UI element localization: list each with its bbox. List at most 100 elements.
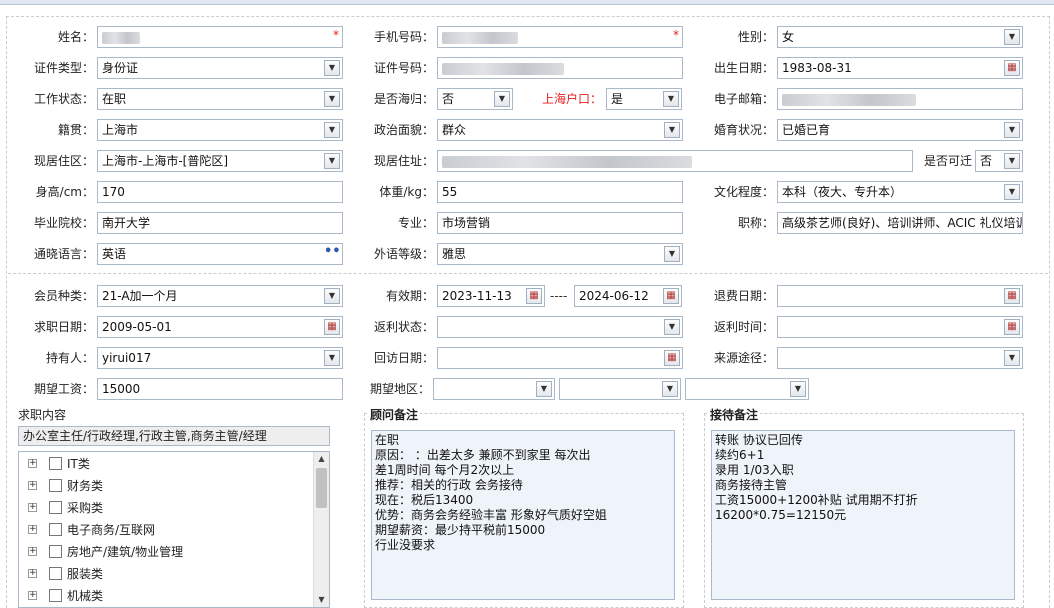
chevron-down-icon[interactable]: ▼: [324, 153, 340, 169]
section-divider: [8, 273, 1048, 274]
political-select[interactable]: 群众 ▼: [437, 119, 683, 141]
chevron-down-icon[interactable]: ▼: [1004, 184, 1020, 200]
calendar-icon[interactable]: ▦: [663, 288, 679, 304]
education-select[interactable]: 本科（夜大、专升本） ▼: [777, 181, 1023, 203]
chevron-down-icon[interactable]: ▼: [494, 91, 510, 107]
visit-date-label: 回访日期：: [373, 351, 434, 365]
chevron-down-icon[interactable]: ▼: [663, 91, 679, 107]
email-field[interactable]: [777, 88, 1023, 110]
valid-to-field[interactable]: 2024-06-12 ▦: [574, 285, 682, 307]
job-category-tree[interactable]: + IT类 + 财务类 + 采购类 + 电子商务/互联网 + 房地产/建筑/物业管理 + 服…: [18, 451, 330, 608]
expand-icon[interactable]: +: [28, 503, 37, 512]
chevron-down-icon[interactable]: ▼: [790, 381, 806, 397]
calendar-icon[interactable]: ▦: [1004, 288, 1020, 304]
title-field[interactable]: 高级茶艺师(良好)、培训讲师、ACIC 礼仪培训: [777, 212, 1023, 234]
more-options-icon[interactable]: •••: [324, 245, 342, 262]
required-mark: *: [673, 28, 679, 42]
visit-date-field[interactable]: ▦: [437, 347, 683, 369]
birth-date-field[interactable]: 1983-08-31 ▦: [777, 57, 1023, 79]
region-city-select[interactable]: ▼: [559, 378, 681, 400]
marital-select[interactable]: 已婚已育 ▼: [777, 119, 1023, 141]
chevron-down-icon[interactable]: ▼: [536, 381, 552, 397]
gender-select[interactable]: 女 ▼: [777, 26, 1023, 48]
chevron-down-icon[interactable]: ▼: [324, 60, 340, 76]
name-field[interactable]: *: [97, 26, 343, 48]
calendar-icon[interactable]: ▦: [324, 319, 340, 335]
residence-area-select[interactable]: 上海市-上海市-[普陀区] ▼: [97, 150, 343, 172]
marital-label: 婚育状况：: [713, 123, 774, 137]
expand-icon[interactable]: +: [28, 459, 37, 468]
checkbox[interactable]: [49, 479, 62, 492]
checkbox[interactable]: [49, 523, 62, 536]
relocate-select[interactable]: 否 ▼: [975, 150, 1023, 172]
returnee-select[interactable]: 否 ▼: [437, 88, 513, 110]
calendar-icon[interactable]: ▦: [1004, 60, 1020, 76]
source-select[interactable]: ▼: [777, 347, 1023, 369]
work-status-select[interactable]: 在职 ▼: [97, 88, 343, 110]
id-type-select[interactable]: 身份证 ▼: [97, 57, 343, 79]
scroll-thumb[interactable]: [316, 468, 327, 508]
address-field[interactable]: [437, 150, 913, 172]
scroll-down-icon[interactable]: ▼: [314, 593, 329, 607]
chevron-down-icon[interactable]: ▼: [324, 350, 340, 366]
expand-icon[interactable]: +: [28, 547, 37, 556]
major-field[interactable]: 市场营销: [437, 212, 683, 234]
source-label: 来源途径：: [713, 351, 774, 365]
valid-from-field[interactable]: 2023-11-13 ▦: [437, 285, 545, 307]
chevron-down-icon[interactable]: ▼: [324, 91, 340, 107]
tree-scrollbar[interactable]: ▲ ▼: [313, 452, 329, 607]
expand-icon[interactable]: +: [28, 591, 37, 600]
job-selected-field[interactable]: 办公室主任/行政经理,行政主管,商务主管/经理: [18, 426, 330, 446]
height-field[interactable]: 170: [97, 181, 343, 203]
checkbox[interactable]: [49, 501, 62, 514]
redacted-mobile: [442, 31, 518, 44]
mobile-field[interactable]: *: [437, 26, 683, 48]
checkbox[interactable]: [49, 457, 62, 470]
chevron-down-icon[interactable]: ▼: [664, 122, 680, 138]
holder-select[interactable]: yirui017 ▼: [97, 347, 343, 369]
chevron-down-icon[interactable]: ▼: [1004, 122, 1020, 138]
chevron-down-icon[interactable]: ▼: [662, 381, 678, 397]
refund-date-field[interactable]: ▦: [777, 285, 1023, 307]
calendar-icon[interactable]: ▦: [526, 288, 542, 304]
id-number-field[interactable]: [437, 57, 683, 79]
window-top-bar: [0, 0, 1054, 5]
school-field[interactable]: 南开大学: [97, 212, 343, 234]
redacted-email: [782, 93, 916, 106]
chevron-down-icon[interactable]: ▼: [664, 319, 680, 335]
member-type-select[interactable]: 21-A加一个月 ▼: [97, 285, 343, 307]
reception-notes[interactable]: 转账 协议已回传 续约6+1 录用 1/03入职 商务接待主管 工资15000+…: [711, 430, 1015, 600]
chevron-down-icon[interactable]: ▼: [1004, 153, 1020, 169]
redacted-name: [102, 31, 140, 44]
region-district-select[interactable]: ▼: [685, 378, 809, 400]
expand-icon[interactable]: +: [28, 525, 37, 534]
lang-level-select[interactable]: 雅思 ▼: [437, 243, 683, 265]
job-date-field[interactable]: 2009-05-01 ▦: [97, 316, 343, 338]
origin-select[interactable]: 上海市 ▼: [97, 119, 343, 141]
language-label: 通晓语言：: [33, 247, 94, 261]
language-field[interactable]: 英语•••: [97, 243, 343, 265]
checkbox[interactable]: [49, 545, 62, 558]
consultant-notes[interactable]: 在职 原因： ：出差太多 兼顾不到家里 每次出 差1周时间 每个月2次以上 推荐…: [371, 430, 675, 600]
job-content-title: 求职内容: [18, 408, 67, 422]
returnee-label: 是否海归：: [373, 92, 434, 106]
chevron-down-icon[interactable]: ▼: [1004, 29, 1020, 45]
region-province-select[interactable]: ▼: [433, 378, 555, 400]
checkbox[interactable]: [49, 589, 62, 602]
weight-field[interactable]: 55: [437, 181, 683, 203]
chevron-down-icon[interactable]: ▼: [1004, 350, 1020, 366]
expand-icon[interactable]: +: [28, 481, 37, 490]
education-label: 文化程度：: [713, 185, 774, 199]
chevron-down-icon[interactable]: ▼: [664, 246, 680, 262]
chevron-down-icon[interactable]: ▼: [324, 288, 340, 304]
calendar-icon[interactable]: ▦: [664, 350, 680, 366]
checkbox[interactable]: [49, 567, 62, 580]
expand-icon[interactable]: +: [28, 569, 37, 578]
salary-field[interactable]: 15000: [97, 378, 343, 400]
calendar-icon[interactable]: ▦: [1004, 319, 1020, 335]
scroll-up-icon[interactable]: ▲: [314, 452, 329, 466]
rebate-status-select[interactable]: ▼: [437, 316, 683, 338]
chevron-down-icon[interactable]: ▼: [324, 122, 340, 138]
sh-hukou-select[interactable]: 是 ▼: [606, 88, 682, 110]
rebate-time-field[interactable]: ▦: [777, 316, 1023, 338]
